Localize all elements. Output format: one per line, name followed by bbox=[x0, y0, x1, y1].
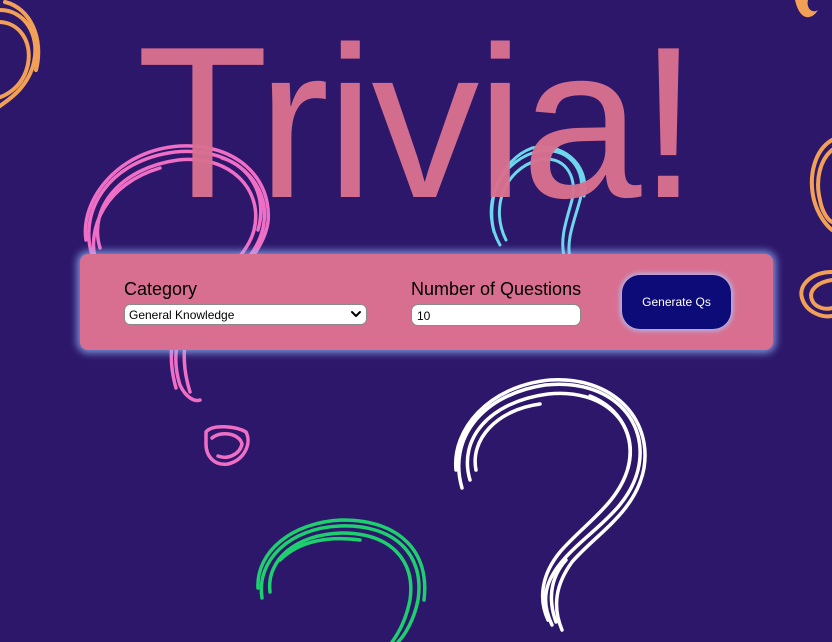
white-question-mark bbox=[454, 378, 647, 632]
category-label: Category bbox=[124, 279, 198, 299]
category-select[interactable]: General Knowledge bbox=[124, 304, 367, 325]
generate-questions-button[interactable]: Generate Qs bbox=[622, 275, 731, 329]
number-of-questions-value: 10 bbox=[417, 309, 431, 323]
chevron-down-icon bbox=[351, 311, 361, 317]
trivia-settings-form: Category General Knowledge Number of Que… bbox=[80, 254, 773, 350]
number-of-questions-label: Number of Questions bbox=[411, 279, 582, 299]
category-select-value: General Knowledge bbox=[129, 308, 235, 322]
green-question-mark bbox=[256, 518, 427, 642]
generate-questions-label: Generate Qs bbox=[642, 295, 711, 309]
number-of-questions-input[interactable]: 10 bbox=[411, 304, 581, 326]
page-title: Trivia! bbox=[136, 1, 699, 243]
